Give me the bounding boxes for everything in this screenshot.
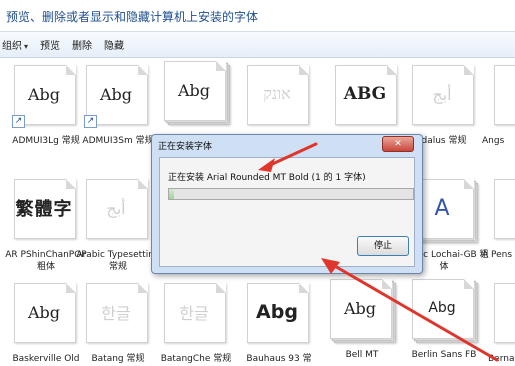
font-preview: Abg <box>164 61 230 125</box>
font-preview: Abg <box>412 279 478 343</box>
dialog-body: 正在安装 Arial Rounded MT Bold (1 的 1 字体) 停止 <box>159 157 415 267</box>
chevron-down-icon: ▾ <box>24 42 29 51</box>
shortcut-arrow-icon: ↗ <box>84 115 97 128</box>
font-sample: Abg <box>343 298 377 318</box>
font-sample: A <box>494 179 515 237</box>
install-progress-bar <box>168 188 414 200</box>
font-sample: Abg <box>256 301 298 323</box>
shortcut-arrow-icon: ↗ <box>12 115 25 128</box>
font-preview <box>494 65 515 127</box>
font-preview: 繁體字 <box>14 179 78 241</box>
close-button[interactable]: ✕ <box>382 136 414 152</box>
dialog-title: 正在安装字体 <box>158 142 213 152</box>
font-preview: أبج <box>86 179 150 241</box>
font-sample: Abg <box>27 302 61 322</box>
font-sample: أبج <box>106 198 126 218</box>
close-icon: ✕ <box>394 139 402 149</box>
font-preview: Abg <box>247 283 311 345</box>
install-status-text: 正在安装 Arial Rounded MT Bold (1 的 1 字体) <box>168 173 366 183</box>
font-name: Berna <box>488 354 515 364</box>
font-preview: ABG <box>335 65 399 127</box>
font-sample: أبج <box>432 84 452 104</box>
font-name: BatangChe 常规 <box>160 354 232 364</box>
delete-button[interactable]: 删除 <box>72 37 92 52</box>
font-preview: 한글 <box>164 283 228 345</box>
organize-label: 组织 <box>2 41 22 52</box>
font-sample: 한글 <box>101 304 131 323</box>
font-sample: אונק <box>263 84 291 103</box>
command-toolbar: 组织 ▾ 预览 删除 隐藏 <box>0 31 515 58</box>
font-name: Berlin Sans FB <box>411 350 477 360</box>
progress-fill <box>169 189 174 199</box>
font-name: A Pens <box>482 250 513 260</box>
font-sample: ABG <box>343 84 387 104</box>
font-preview: Abg <box>330 279 396 343</box>
page-title: 预览、删除或者显示和隐藏计算机上安装的字体 <box>6 10 259 24</box>
font-preview: أبج <box>412 65 476 127</box>
font-preview: אונק <box>247 65 311 127</box>
font-preview: Abg <box>14 283 78 345</box>
font-sample: 한글 <box>179 304 209 323</box>
font-sample: Abg <box>177 80 211 100</box>
font-preview <box>494 283 515 345</box>
font-preview: 한글 <box>86 283 150 345</box>
stop-button[interactable]: 停止 <box>357 236 409 256</box>
font-sample: 繁體字 <box>15 199 73 220</box>
font-preview: Abg ↗ <box>12 65 78 128</box>
organize-menu[interactable]: 组织 ▾ <box>2 37 28 52</box>
font-sample: Abg <box>428 300 456 316</box>
hide-button[interactable]: 隐藏 <box>104 37 124 52</box>
font-control-panel: 预览、删除或者显示和隐藏计算机上安装的字体 组织 ▾ 预览 删除 隐藏 Abg ↗… <box>0 0 515 366</box>
font-name: Angs <box>482 136 505 146</box>
font-preview: Abg ↗ <box>84 65 150 128</box>
preview-button[interactable]: 预览 <box>40 37 60 52</box>
font-name: Bauhaus 93 常 <box>246 354 312 364</box>
font-preview: A <box>494 179 515 241</box>
installing-fonts-dialog: 正在安装字体 ✕ 正在安装 Arial Rounded MT Bold (1 的… <box>151 134 423 274</box>
font-name: Bell MT <box>345 350 379 360</box>
